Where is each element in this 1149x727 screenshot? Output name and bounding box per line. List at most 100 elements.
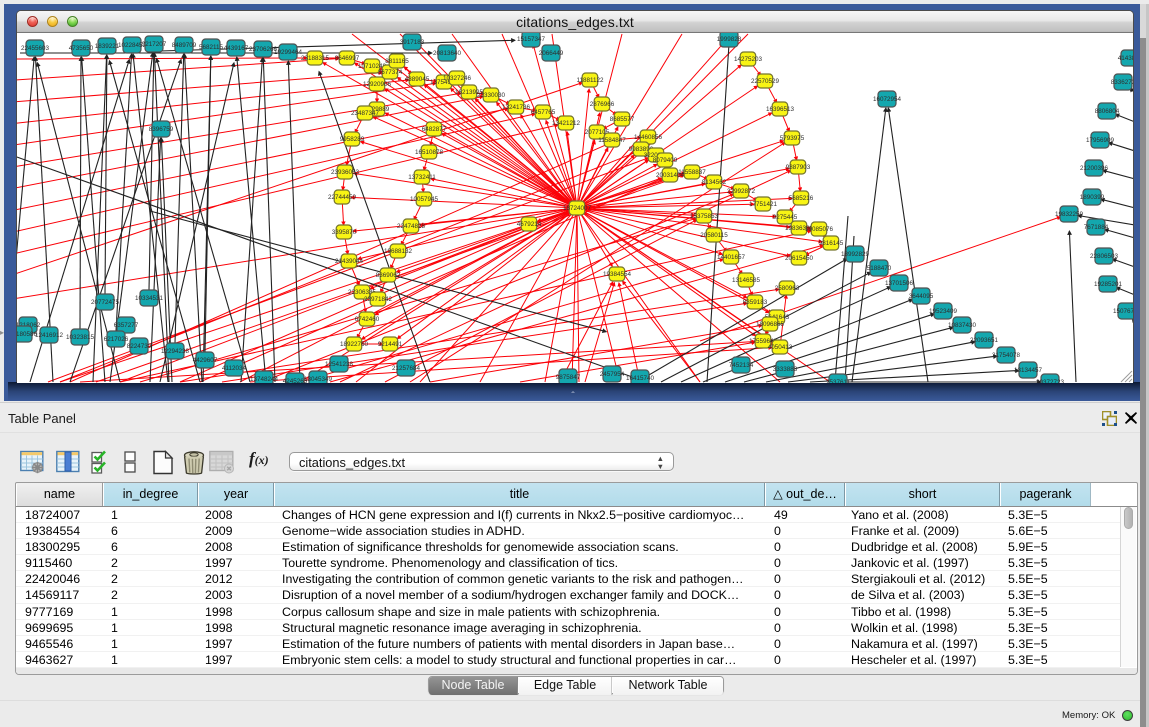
svg-text:12541238: 12541238 [325, 361, 354, 368]
svg-text:10057945: 10057945 [410, 196, 439, 203]
svg-text:19832259: 19832259 [1055, 211, 1084, 218]
svg-text:9275445: 9275445 [773, 214, 798, 221]
svg-text:21257684: 21257684 [392, 365, 421, 372]
svg-text:8646997: 8646997 [335, 55, 360, 62]
svg-text:2457954: 2457954 [600, 371, 625, 378]
svg-text:23188315: 23188315 [301, 55, 330, 62]
svg-text:22093651: 22093651 [970, 337, 999, 344]
svg-text:5793975: 5793975 [780, 135, 805, 142]
svg-text:4679214: 4679214 [517, 221, 542, 228]
svg-text:6482877: 6482877 [422, 126, 447, 133]
svg-text:5685216: 5685216 [789, 195, 814, 202]
svg-text:10837430: 10837430 [948, 322, 977, 329]
svg-text:8079409: 8079409 [653, 157, 678, 164]
svg-text:8396759: 8396759 [149, 126, 174, 133]
svg-text:2537611: 2537611 [826, 379, 851, 383]
svg-text:13146585: 13146585 [732, 277, 761, 284]
svg-text:2876966: 2876966 [590, 101, 615, 108]
svg-text:19085076: 19085076 [805, 226, 834, 233]
svg-text:19523409: 19523409 [929, 308, 958, 315]
svg-text:1999828: 1999828 [717, 36, 742, 43]
svg-text:16396513: 16396513 [766, 106, 795, 113]
svg-text:22744459: 22744459 [328, 194, 357, 201]
svg-text:20615450: 20615450 [785, 255, 814, 262]
svg-text:4429607: 4429607 [193, 357, 218, 364]
svg-text:22570529: 22570529 [751, 78, 780, 85]
svg-text:4143890: 4143890 [1118, 55, 1133, 62]
svg-text:4389045: 4389045 [405, 76, 430, 83]
svg-text:18922760: 18922760 [340, 341, 369, 348]
svg-text:13134457: 13134457 [1014, 367, 1043, 374]
svg-text:4735650: 4735650 [69, 45, 94, 52]
svg-text:8806804: 8806804 [1095, 108, 1120, 115]
svg-text:19285201: 19285201 [1094, 281, 1123, 288]
svg-text:3677374: 3677374 [378, 69, 403, 76]
svg-text:5682115: 5682115 [199, 44, 224, 51]
svg-text:10323815: 10323815 [66, 334, 95, 341]
svg-text:6217026: 6217026 [104, 336, 129, 343]
svg-text:1890399: 1890399 [1080, 194, 1105, 201]
svg-text:9887903: 9887903 [786, 164, 811, 171]
svg-text:9217207: 9217207 [142, 41, 167, 48]
svg-text:12416912: 12416912 [35, 332, 64, 339]
svg-text:16072954: 16072954 [873, 96, 902, 103]
svg-text:21754078: 21754078 [992, 352, 1021, 359]
svg-text:20813640: 20813640 [433, 50, 462, 57]
svg-text:6742460: 6742460 [355, 316, 380, 323]
svg-text:8359183: 8359183 [743, 299, 768, 306]
svg-text:8336273: 8336273 [1111, 79, 1133, 86]
svg-text:23487347: 23487347 [351, 110, 380, 117]
svg-text:9816145: 9816145 [819, 240, 844, 247]
svg-text:3395870: 3395870 [332, 229, 357, 236]
svg-text:10327246: 10327246 [443, 75, 472, 82]
svg-text:22474828: 22474828 [397, 223, 426, 230]
svg-text:3644095: 3644095 [909, 293, 934, 300]
svg-text:13045349: 13045349 [304, 376, 333, 383]
svg-text:7671884: 7671884 [1084, 224, 1109, 231]
svg-text:13748244: 13748244 [250, 376, 279, 383]
svg-text:11584847: 11584847 [598, 137, 626, 144]
svg-text:8489709: 8489709 [172, 42, 197, 49]
svg-text:16510878: 16510878 [415, 149, 444, 156]
svg-text:4439167: 4439167 [224, 45, 249, 52]
svg-text:13732411: 13732411 [408, 174, 436, 181]
svg-text:8369062: 8369062 [376, 272, 401, 279]
svg-text:11881122: 11881122 [576, 77, 604, 84]
svg-text:2066449: 2066449 [539, 50, 564, 57]
svg-text:19384554: 19384554 [603, 271, 632, 278]
svg-text:22806503: 22806503 [1090, 253, 1119, 260]
svg-text:22330030: 22330030 [477, 92, 506, 99]
svg-text:20580115: 20580115 [700, 232, 728, 239]
svg-text:18724007: 18724007 [563, 205, 592, 212]
svg-text:22455603: 22455603 [21, 45, 50, 52]
svg-text:4112034: 4112034 [222, 365, 247, 372]
svg-text:1839221: 1839221 [95, 43, 120, 50]
svg-text:7452134: 7452134 [729, 362, 754, 369]
svg-text:17956909: 17956909 [1086, 137, 1115, 144]
svg-text:23936053: 23936053 [331, 169, 360, 176]
svg-text:8811165: 8811165 [385, 58, 409, 65]
svg-text:13421212: 13421212 [552, 120, 581, 127]
svg-text:12294238: 12294238 [161, 348, 190, 355]
svg-text:17751421: 17751421 [749, 201, 778, 208]
svg-text:3333883: 3333883 [773, 366, 798, 373]
svg-text:21200396: 21200396 [1080, 165, 1109, 172]
svg-text:11558837: 11558837 [678, 169, 706, 176]
svg-text:14275203: 14275203 [734, 56, 763, 63]
svg-text:9958289: 9958289 [340, 136, 365, 143]
svg-text:9214491: 9214491 [378, 341, 403, 348]
svg-text:20372723: 20372723 [1036, 379, 1065, 383]
svg-text:10334531: 10334531 [135, 295, 164, 302]
svg-text:12920906: 12920906 [363, 81, 392, 88]
svg-text:2580963: 2580963 [775, 285, 800, 292]
svg-text:8685577: 8685577 [610, 116, 635, 123]
svg-text:22992872: 22992872 [727, 188, 756, 195]
svg-text:15076749: 15076749 [1113, 308, 1133, 315]
svg-text:8224730: 8224730 [127, 343, 152, 350]
svg-text:13701506: 13701506 [885, 280, 914, 287]
svg-text:15157347: 15157347 [517, 36, 546, 43]
svg-text:9875847: 9875847 [556, 374, 581, 381]
svg-text:13241736: 13241736 [502, 104, 531, 111]
svg-text:18096865: 18096865 [756, 321, 785, 328]
svg-text:8134562: 8134562 [702, 179, 727, 186]
